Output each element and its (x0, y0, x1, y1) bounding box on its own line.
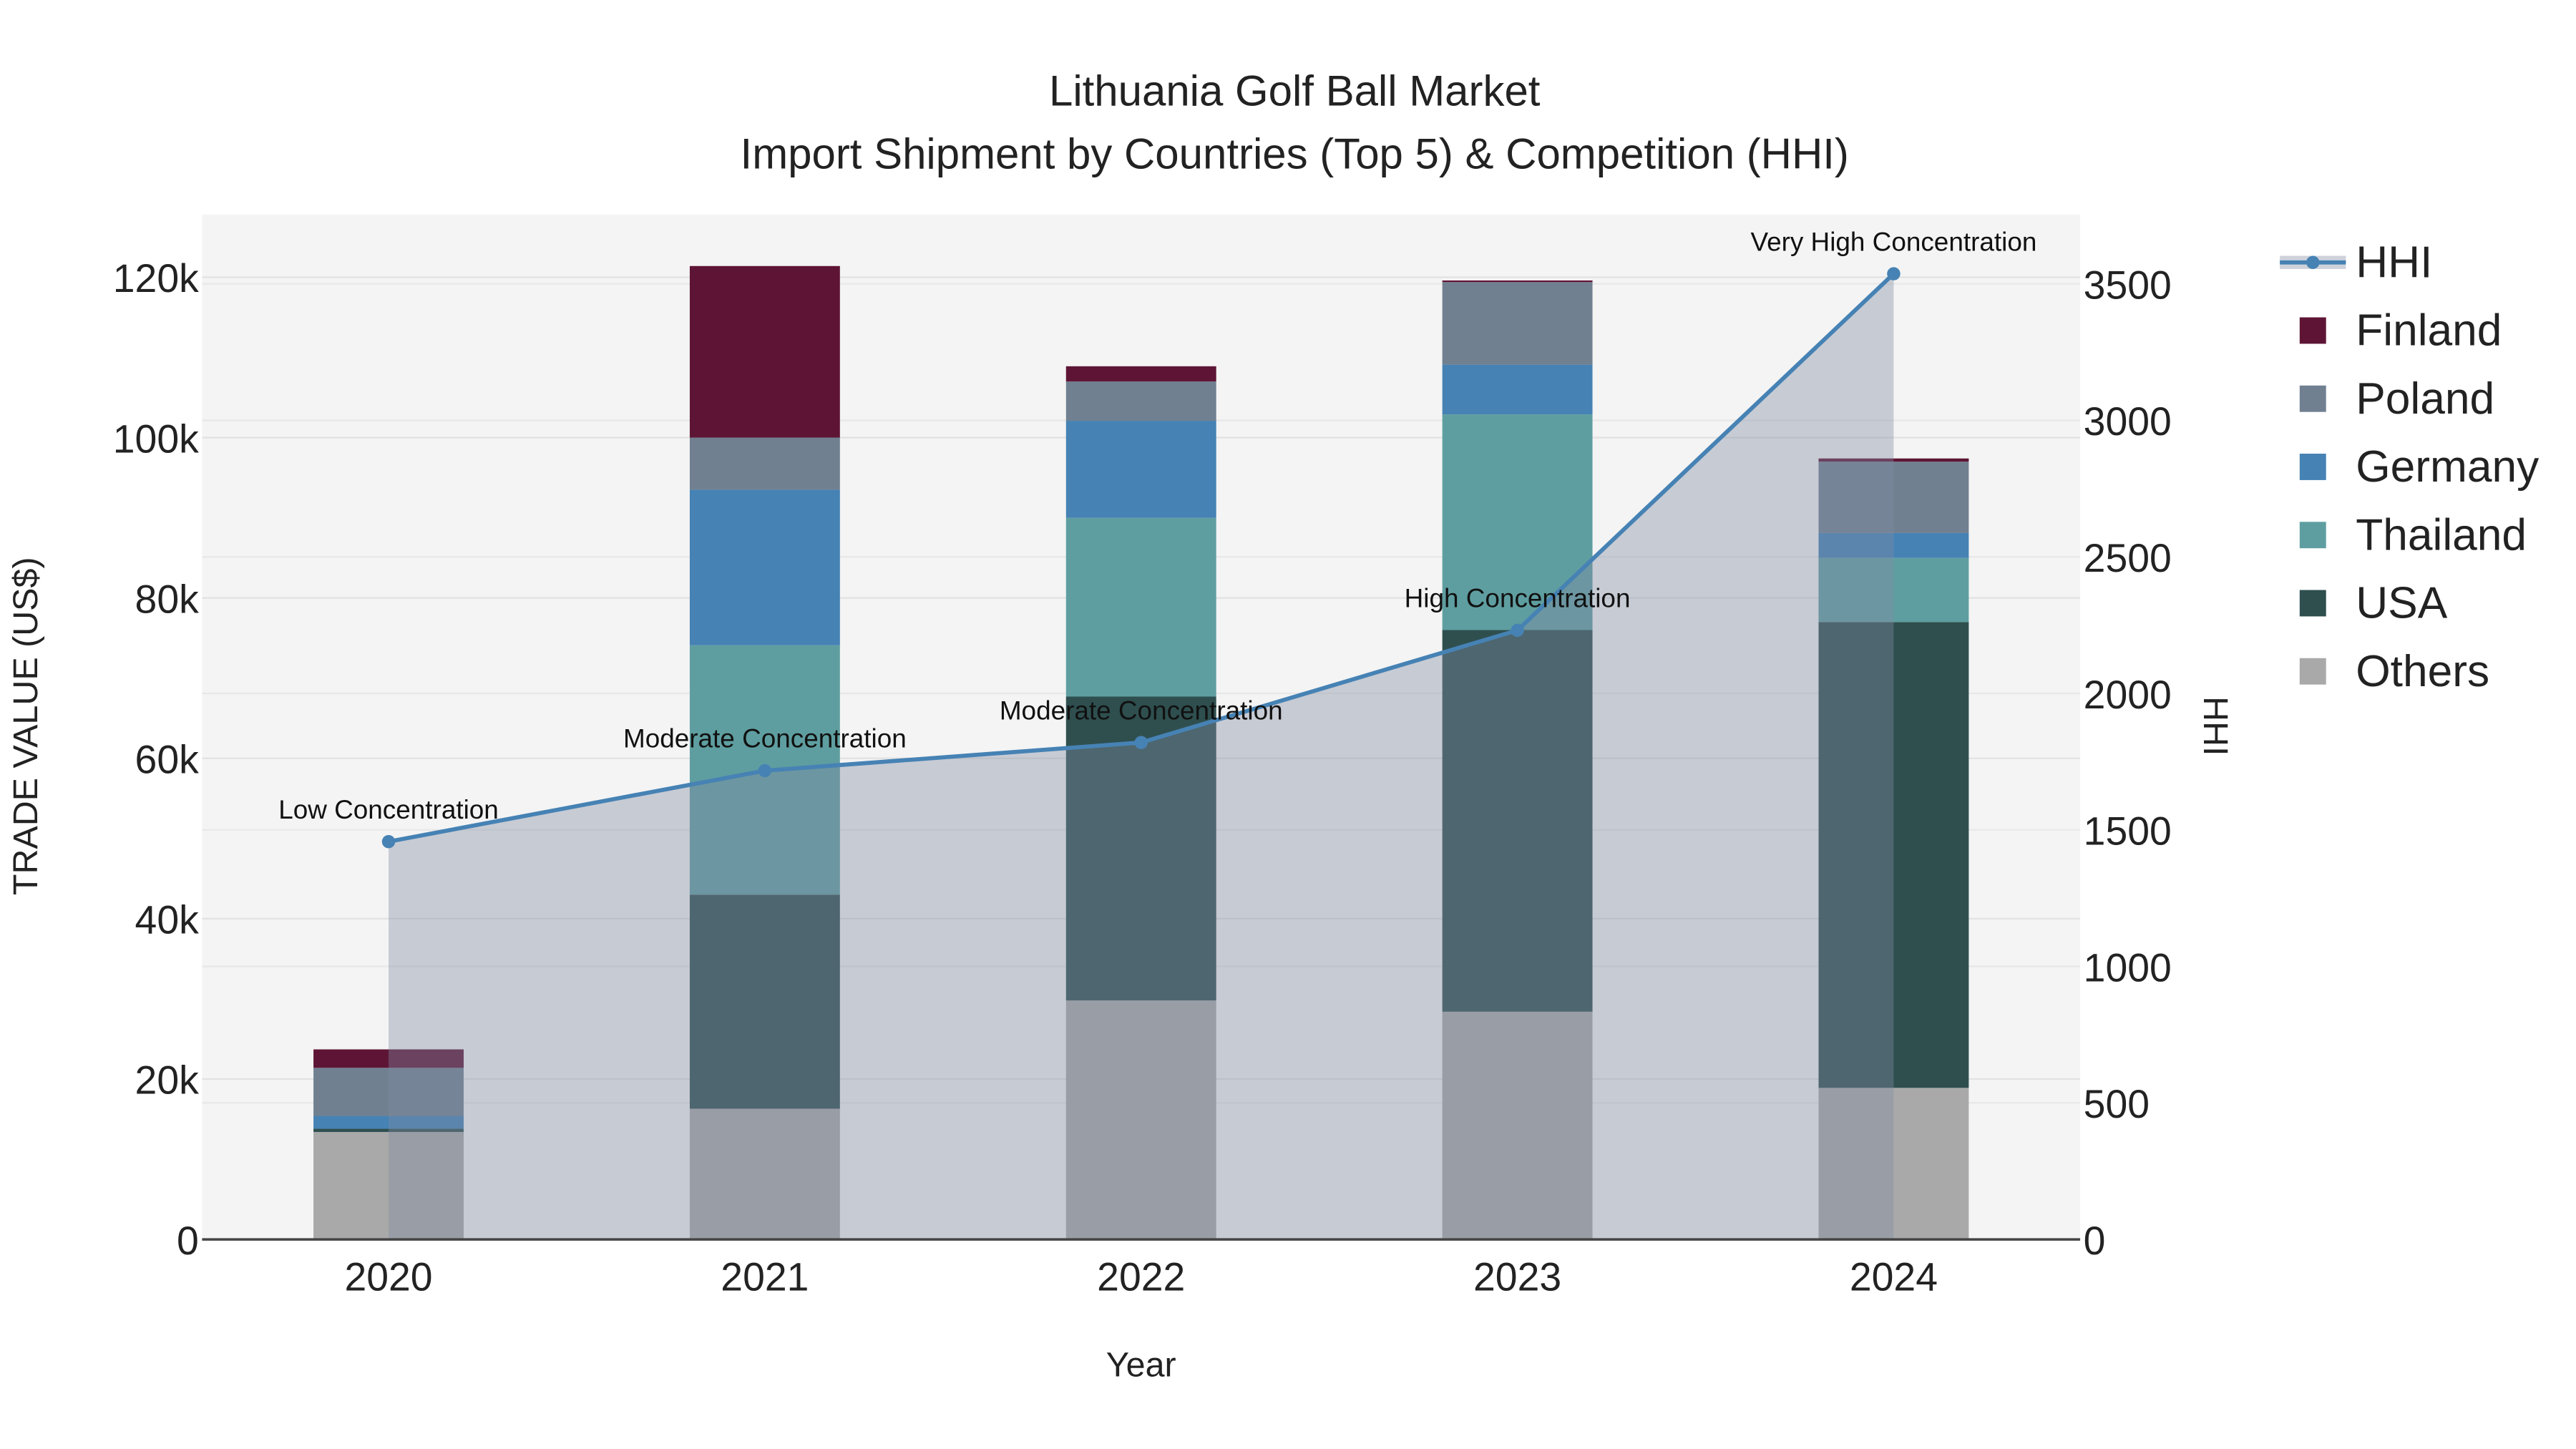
bar-finland-2021 (689, 265, 840, 438)
y-tick-label: 40k (135, 898, 200, 942)
y-axis-title: TRADE VALUE (US$) (6, 557, 45, 895)
legend-swatch-finland (2299, 317, 2326, 344)
hhi-point-2020 (381, 834, 396, 849)
bar-germany-2022 (1065, 421, 1216, 518)
hhi-annotation-2022: Moderate Concentration (1000, 696, 1283, 725)
x-tick-label: 2020 (344, 1255, 432, 1299)
legend-swatch-hhi-marker (2306, 255, 2320, 269)
y-tick-label: 20k (135, 1058, 200, 1103)
y-tick-label: 0 (177, 1219, 199, 1263)
y2-tick-label: 3500 (2084, 263, 2172, 307)
hhi-point-2021 (758, 763, 772, 778)
legend-swatch-usa (2299, 590, 2326, 617)
hhi-point-2024 (1887, 267, 1901, 280)
y2-tick-label: 2000 (2084, 673, 2172, 717)
hhi-point-2023 (1511, 623, 1524, 638)
y-tick-label: 100k (113, 416, 199, 461)
bar-finland-2023 (1442, 280, 1593, 283)
legend-label: Finland (2356, 306, 2502, 356)
hhi-annotation-2021: Moderate Concentration (623, 724, 907, 753)
hhi-annotation-2024: Very High Concentration (1751, 227, 2037, 256)
x-axis-title: Year (1106, 1346, 1176, 1385)
chart: Lithuania Golf Ball Market Import Shipme… (1, 0, 2575, 1449)
y-tick-label: 80k (135, 577, 200, 621)
y2-tick-label: 500 (2084, 1082, 2150, 1126)
x-tick-label: 2021 (721, 1255, 809, 1299)
chart-title: Lithuania Golf Ball Market (1049, 67, 1541, 115)
hhi-annotation-2023: High Concentration (1405, 584, 1631, 613)
legend-label: HHI (2356, 238, 2432, 287)
legend-label: Others (2356, 647, 2489, 696)
hhi-point-2022 (1134, 736, 1148, 749)
legend-swatch-poland (2299, 385, 2326, 412)
legend-label: Thailand (2356, 510, 2527, 560)
x-tick-label: 2023 (1473, 1255, 1561, 1299)
bar-germany-2021 (689, 489, 840, 645)
legend-swatch-thailand (2299, 522, 2326, 549)
legend-swatch-others (2299, 658, 2326, 685)
y2-tick-label: 0 (2084, 1219, 2106, 1263)
legend-label: Germany (2356, 442, 2540, 492)
y2-tick-label: 2500 (2084, 536, 2172, 580)
x-tick-label: 2024 (1850, 1255, 1938, 1299)
bar-finland-2022 (1065, 366, 1216, 382)
legend-label: USA (2356, 579, 2447, 628)
bar-poland-2021 (689, 437, 840, 490)
chart-subtitle: Import Shipment by Countries (Top 5) & C… (741, 130, 1849, 177)
y-tick-label: 60k (135, 738, 200, 782)
y2-tick-label: 1500 (2084, 809, 2172, 854)
bar-thailand-2022 (1065, 517, 1216, 697)
bar-poland-2022 (1065, 381, 1216, 421)
bar-poland-2023 (1442, 282, 1593, 365)
hhi-annotation-2020: Low Concentration (278, 795, 499, 824)
y2-axis-title: HHI (2196, 696, 2235, 756)
y-tick-label: 120k (113, 256, 199, 301)
x-tick-label: 2022 (1097, 1255, 1185, 1299)
y2-tick-label: 3000 (2084, 399, 2172, 444)
legend-label: Poland (2356, 374, 2494, 424)
bar-germany-2023 (1442, 364, 1593, 415)
legend-swatch-germany (2299, 454, 2326, 480)
y2-tick-label: 1000 (2084, 945, 2172, 990)
